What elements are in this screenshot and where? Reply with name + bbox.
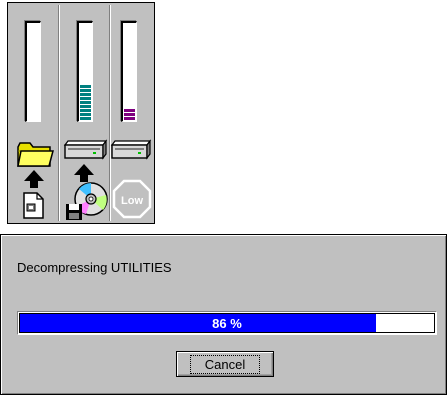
gauge-segment bbox=[124, 109, 135, 112]
gauge-segment bbox=[124, 113, 135, 116]
progress-bar: 86 % bbox=[17, 311, 437, 335]
gauge-segment bbox=[80, 89, 91, 92]
cancel-button[interactable]: Cancel bbox=[176, 351, 274, 377]
gauge-fill bbox=[124, 109, 135, 120]
document-icon bbox=[23, 192, 44, 219]
disk-space-gauge bbox=[121, 21, 137, 122]
low-label: Low bbox=[121, 195, 143, 207]
folder-icon bbox=[17, 142, 54, 167]
progress-dialog: Decompressing UTILITIES 86 % Cancel bbox=[0, 234, 447, 395]
source-files-gauge bbox=[25, 21, 41, 122]
gauge-fill bbox=[80, 85, 91, 120]
gauge-segment bbox=[80, 93, 91, 96]
install-billboard: Low bbox=[7, 2, 155, 224]
progress-percent: 86 % bbox=[212, 315, 242, 331]
gauge-segment bbox=[80, 105, 91, 108]
hard-drive-icon bbox=[63, 139, 108, 160]
column-divider bbox=[58, 5, 60, 221]
gauge-segment bbox=[80, 117, 91, 120]
gauge-segment bbox=[124, 117, 135, 120]
gauge-segment bbox=[80, 109, 91, 112]
gauge-segment bbox=[80, 101, 91, 104]
gauge-segment bbox=[80, 85, 91, 88]
disk-and-cd-icon bbox=[66, 182, 108, 220]
hard-drive-icon bbox=[110, 139, 152, 160]
progress-gauge bbox=[77, 21, 93, 122]
status-text: Decompressing UTILITIES bbox=[17, 260, 172, 275]
gauge-segment bbox=[80, 113, 91, 116]
gauge-segment bbox=[80, 97, 91, 100]
cancel-button-label: Cancel bbox=[189, 354, 261, 374]
low-space-stop-icon: Low bbox=[112, 179, 152, 219]
